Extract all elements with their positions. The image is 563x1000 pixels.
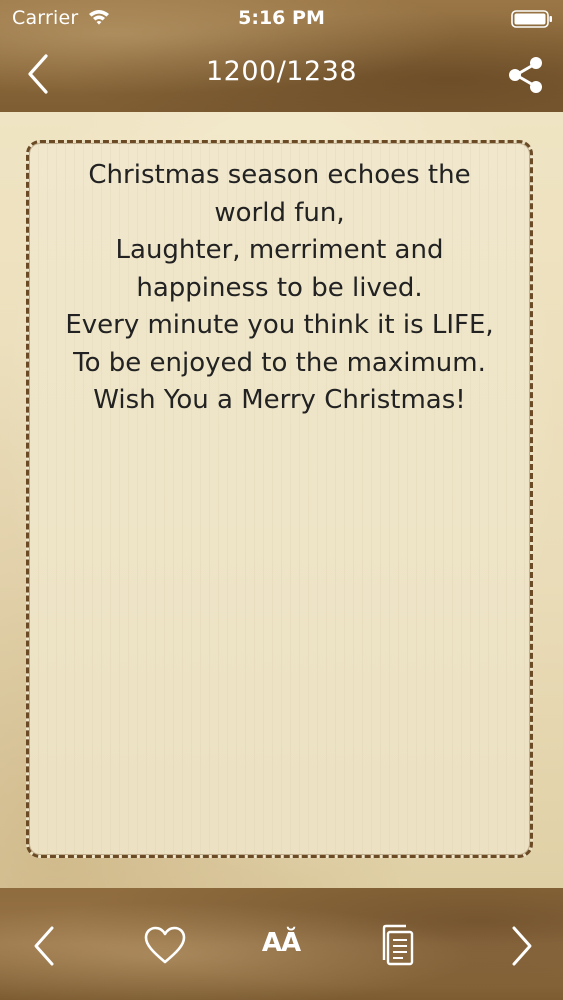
message-line: Laughter, merriment and xyxy=(115,235,444,265)
screen: Carrier 5:16 PM 1200/1238 Christmas seas… xyxy=(0,0,563,1000)
copy-icon xyxy=(373,918,423,974)
favorite-button[interactable] xyxy=(140,918,190,974)
message-text: Christmas season echoes the world fun, L… xyxy=(39,157,520,420)
message-line: world fun, xyxy=(214,197,345,228)
share-button[interactable] xyxy=(505,54,547,96)
content-area: Christmas season echoes the world fun, L… xyxy=(0,112,563,888)
message-line: Wish You a Merry Christmas! xyxy=(93,385,466,415)
message-line: To be enjoyed to the maximum. xyxy=(73,347,486,378)
next-button[interactable] xyxy=(498,918,548,974)
top-bar: Carrier 5:16 PM 1200/1238 xyxy=(0,0,563,112)
message-card: Christmas season echoes the world fun, L… xyxy=(26,140,533,858)
copy-button[interactable] xyxy=(373,918,423,974)
message-line: happiness to be lived. xyxy=(136,272,423,303)
status-time: 5:16 PM xyxy=(238,7,325,29)
message-line: Christmas season echoes the xyxy=(88,160,471,190)
heart-icon xyxy=(140,918,190,974)
font-size-icon: AĂ xyxy=(261,928,301,958)
battery-icon xyxy=(511,10,553,28)
status-bar: Carrier 5:16 PM xyxy=(0,0,563,38)
page-counter: 1200/1238 xyxy=(205,56,358,87)
message-line: Every minute you think it is LIFE, xyxy=(65,310,494,340)
navigation-bar: 1200/1238 xyxy=(0,40,563,110)
chevron-left-icon xyxy=(20,918,70,974)
chevron-right-icon xyxy=(498,918,548,974)
previous-button[interactable] xyxy=(20,918,70,974)
bottom-toolbar: AĂ xyxy=(0,888,563,1000)
font-size-button[interactable]: AĂ xyxy=(256,918,306,974)
share-icon xyxy=(505,57,547,100)
